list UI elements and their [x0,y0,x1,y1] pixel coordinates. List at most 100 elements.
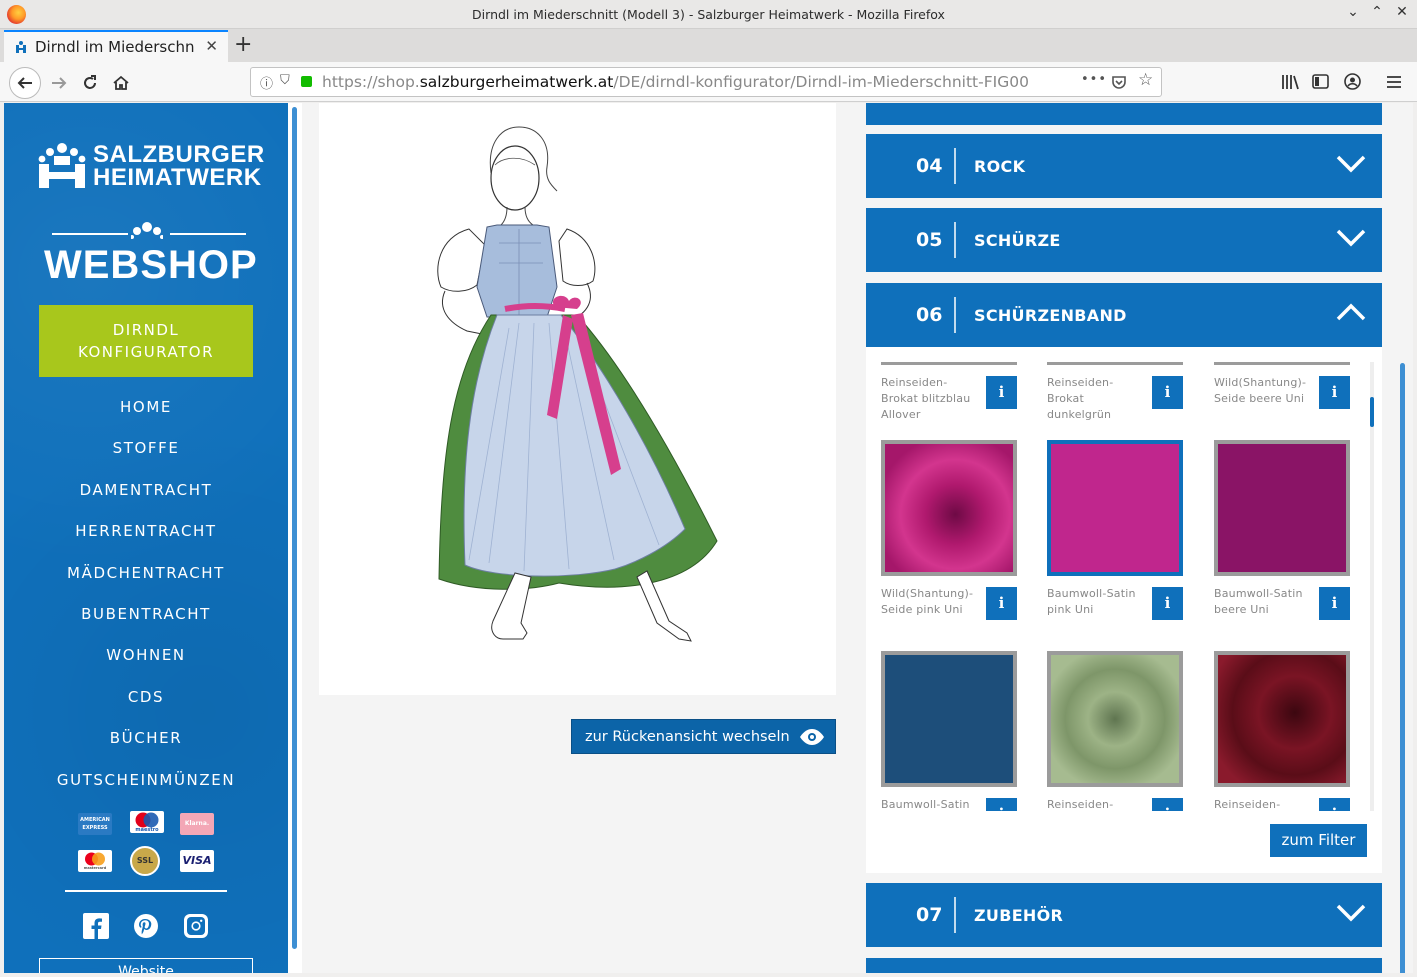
dirndl-configurator-button[interactable]: DIRNDL KONFIGURATOR [39,305,253,377]
page-actions-icon[interactable]: ••• [1081,72,1107,87]
menu-damentracht[interactable]: DAMENTRACHT [4,475,288,516]
back-view-button[interactable]: zur Rückenansicht wechseln [571,719,836,754]
mastercard-text: mastercard [83,866,107,870]
fabric-name: Baumwoll-Satin [881,798,970,811]
accordion-section-schuerzenband[interactable]: 06 SCHÜRZENBAND [866,283,1382,347]
fabric-scrollbar[interactable] [1370,362,1374,811]
menu-gutscheinmuenzen[interactable]: GUTSCHEINMÜNZEN [4,765,288,806]
fabric-card[interactable]: Reinseiden- i [1047,651,1183,811]
fabric-card[interactable]: Reinseiden-Brokat blitzblau Allover i [881,362,1017,422]
tab-close-icon[interactable]: ✕ [205,37,218,55]
fabric-swatch[interactable] [881,440,1017,576]
window-title: Dirndl im Miederschnitt (Modell 3) - Sal… [472,7,945,22]
fabric-scroll-thumb[interactable] [1370,397,1374,427]
tracking-shield-icon[interactable]: ⛉ [280,73,290,88]
accordion-section-schuerze[interactable]: 05 SCHÜRZE [866,208,1382,272]
home-button[interactable] [108,70,134,96]
page-scrollbar[interactable] [1400,363,1405,973]
sidebar-toggle-icon[interactable] [1312,74,1329,89]
instagram-icon[interactable] [183,913,209,939]
fabric-info-button[interactable]: i [986,376,1017,409]
maestro-logo: maestro [130,811,164,833]
account-icon[interactable] [1344,73,1361,90]
menu-maedchentracht[interactable]: MÄDCHENTRACHT [4,558,288,599]
minimize-button[interactable]: ⌄ [1343,4,1363,20]
menu-bubentracht[interactable]: BUBENTRACHT [4,599,288,640]
main-menu: HOME STOFFE DAMENTRACHT HERRENTRACHT MÄD… [4,392,288,806]
fabric-card[interactable]: Wild(Shantung)-Seide pink Uni i [881,440,1017,630]
section-label: ROCK [974,157,1026,176]
maestro-text: maestro [135,827,159,833]
section-separator [954,148,956,184]
flower-ornament-icon [131,222,163,239]
fabric-card[interactable]: Baumwoll-Satin beere Uni i [1214,440,1350,630]
fabric-info-button[interactable]: i [1319,587,1350,620]
menu-herrentracht[interactable]: HERRENTRACHT [4,516,288,557]
menu-stoffe[interactable]: STOFFE [4,433,288,474]
configurator-label-line2: KONFIGURATOR [77,343,214,361]
bookmark-star-icon[interactable]: ☆ [1138,70,1153,90]
fabric-info-button[interactable]: i [1319,798,1350,811]
fabric-card[interactable]: Wild(Shantung)-Seide beere Uni i [1214,362,1350,422]
fabric-swatch[interactable] [1214,651,1350,787]
swatch-bottom-edge [1214,362,1350,365]
library-icon[interactable] [1281,74,1299,90]
new-tab-button[interactable]: + [234,32,252,57]
reload-button[interactable] [77,70,103,96]
fabric-card[interactable]: Reinseiden- i [1214,651,1350,811]
facebook-icon[interactable] [83,913,109,939]
fabric-card[interactable]: Reinseiden-Brokat dunkelgrün i [1047,362,1183,422]
section-label: ZUBEHÖR [974,906,1064,925]
swatch-bottom-edge [881,362,1017,365]
fabric-name: Baumwoll-Satin pink Uni [1047,587,1136,616]
visa-logo: VISA [180,850,214,872]
url-text[interactable]: https://shop.salzburgerheimatwerk.at/DE/… [322,73,1050,91]
home-icon [113,75,129,90]
hamburger-menu-icon[interactable] [1386,75,1402,89]
accordion-section-rock[interactable]: 04 ROCK [866,134,1382,198]
lock-icon [301,76,312,87]
fabric-swatch[interactable] [1047,651,1183,787]
menu-wohnen[interactable]: WOHNEN [4,640,288,681]
pinterest-icon[interactable] [133,913,159,939]
menu-buecher[interactable]: BÜCHER [4,723,288,764]
fabric-swatch[interactable] [881,651,1017,787]
section-separator [954,897,956,933]
accordion-section-03[interactable] [866,103,1382,125]
info-icon[interactable]: ⓘ [260,73,273,92]
menu-home[interactable]: HOME [4,392,288,433]
website-button[interactable]: Website [39,958,253,973]
fabric-info-button[interactable]: i [1152,587,1183,620]
forward-button[interactable] [46,70,72,96]
fabric-name: Wild(Shantung)-Seide beere Uni [1214,376,1307,405]
url-bar[interactable]: ⓘ ⛉ https://shop.salzburgerheimatwerk.at… [250,67,1162,97]
fabric-name: Reinseiden- [1214,798,1281,811]
fabric-swatch-selected[interactable] [1047,440,1183,576]
webshop-title: WEBSHOP [44,243,258,287]
pocket-icon[interactable] [1111,74,1127,90]
site-logo[interactable]: SALZBURGER HEIMATWERK [38,137,264,191]
menu-cds[interactable]: CDS [4,682,288,723]
fabric-name: Baumwoll-Satin beere Uni [1214,587,1303,616]
maximize-button[interactable]: ⌃ [1367,4,1387,20]
sidebar-scrollbar[interactable] [292,107,297,949]
fabric-info-button[interactable]: i [1152,376,1183,409]
fabric-card[interactable]: Baumwoll-Satin i [881,651,1017,811]
fabric-info-button[interactable]: i [986,587,1017,620]
mastercard-circles-icon [85,852,105,866]
close-window-button[interactable]: ✕ [1392,4,1412,20]
maestro-circles-icon [135,812,159,828]
back-button[interactable] [9,67,41,99]
browser-tab[interactable]: Dirndl im Miederschnitt (Modell 3) ✕ [4,30,228,62]
window-titlebar: Dirndl im Miederschnitt (Modell 3) - Sal… [0,0,1417,29]
navigation-toolbar: ⓘ ⛉ https://shop.salzburgerheimatwerk.at… [0,62,1417,102]
fabric-name: Reinseiden- [1047,798,1114,811]
filter-button[interactable]: zum Filter [1270,824,1367,857]
accordion-section-08[interactable] [866,958,1382,973]
fabric-card[interactable]: Baumwoll-Satin pink Uni i [1047,440,1183,630]
accordion-section-zubehoer[interactable]: 07 ZUBEHÖR [866,883,1382,947]
fabric-swatch[interactable] [1214,440,1350,576]
fabric-info-button[interactable]: i [1319,376,1350,409]
fabric-info-button[interactable]: i [986,798,1017,811]
fabric-info-button[interactable]: i [1152,798,1183,811]
